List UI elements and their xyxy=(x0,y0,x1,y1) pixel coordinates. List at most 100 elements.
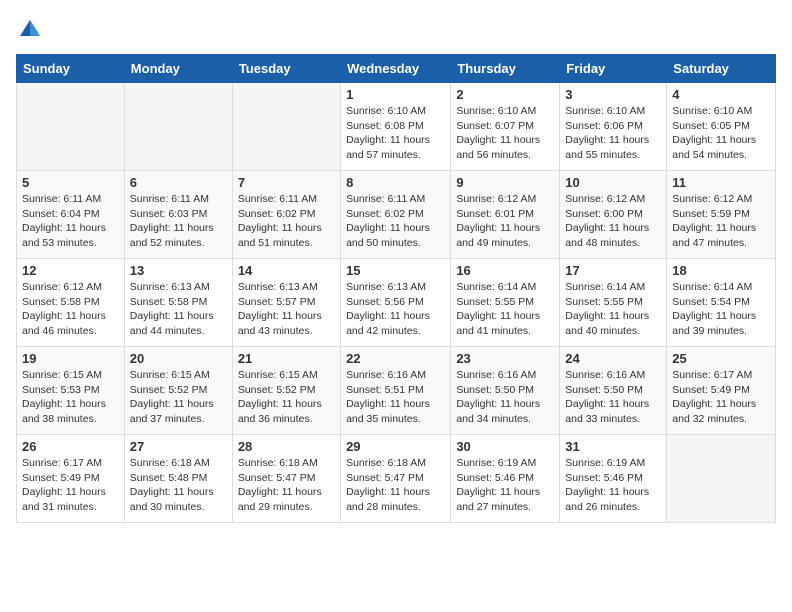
calendar-cell: 5 Sunrise: 6:11 AM Sunset: 6:04 PM Daylig… xyxy=(17,171,125,259)
day-info: Sunrise: 6:11 AM Sunset: 6:02 PM Dayligh… xyxy=(346,192,445,251)
day-info: Sunrise: 6:10 AM Sunset: 6:06 PM Dayligh… xyxy=(565,104,661,163)
day-info: Sunrise: 6:18 AM Sunset: 5:48 PM Dayligh… xyxy=(130,456,227,515)
day-number: 15 xyxy=(346,263,445,278)
calendar-cell: 28Sunrise: 6:18 AM Sunset: 5:47 PM Dayli… xyxy=(232,435,340,523)
calendar-cell: 23 Sunrise: 6:16 AM Sunset: 5:50 PM Dayli… xyxy=(451,347,560,435)
weekday-header-wednesday: Wednesday xyxy=(341,55,451,83)
day-number: 27 xyxy=(130,439,227,454)
day-number: 22 xyxy=(346,351,445,366)
day-info: Sunrise: 6:16 AM Sunset: 5:51 PM Dayligh… xyxy=(346,368,445,427)
day-number: 23 xyxy=(456,351,554,366)
day-info: Sunrise: 6:10 AM Sunset: 6:05 PM Dayligh… xyxy=(672,104,770,163)
calendar-week-row: 1Sunrise: 6:10 AM Sunset: 6:08 PM Daylig… xyxy=(17,83,776,171)
day-info: Sunrise: 6:12 AM Sunset: 5:58 PM Dayligh… xyxy=(22,280,119,339)
day-number: 6 xyxy=(130,175,227,190)
calendar-cell: 16 Sunrise: 6:14 AM Sunset: 5:55 PM Dayli… xyxy=(451,259,560,347)
day-info: Sunrise: 6:17 AM Sunset: 5:49 PM Dayligh… xyxy=(22,456,119,515)
day-info: Sunrise: 6:19 AM Sunset: 5:46 PM Dayligh… xyxy=(565,456,661,515)
day-number: 30 xyxy=(456,439,554,454)
weekday-header-monday: Monday xyxy=(124,55,232,83)
day-info: Sunrise: 6:10 AM Sunset: 6:07 PM Dayligh… xyxy=(456,104,554,163)
weekday-header-friday: Friday xyxy=(560,55,667,83)
calendar-week-row: 19 Sunrise: 6:15 AM Sunset: 5:53 PM Dayli… xyxy=(17,347,776,435)
day-number: 17 xyxy=(565,263,661,278)
calendar-cell: 2 Sunrise: 6:10 AM Sunset: 6:07 PM Daylig… xyxy=(451,83,560,171)
calendar-cell: 15 Sunrise: 6:13 AM Sunset: 5:56 PM Dayli… xyxy=(341,259,451,347)
calendar-cell: 3 Sunrise: 6:10 AM Sunset: 6:06 PM Daylig… xyxy=(560,83,667,171)
day-info: Sunrise: 6:15 AM Sunset: 5:53 PM Dayligh… xyxy=(22,368,119,427)
day-info: Sunrise: 6:10 AM Sunset: 6:08 PM Dayligh… xyxy=(346,104,445,163)
day-info: Sunrise: 6:12 AM Sunset: 5:59 PM Dayligh… xyxy=(672,192,770,251)
day-number: 8 xyxy=(346,175,445,190)
weekday-header-sunday: Sunday xyxy=(17,55,125,83)
day-info: Sunrise: 6:16 AM Sunset: 5:50 PM Dayligh… xyxy=(565,368,661,427)
calendar-cell: 10 Sunrise: 6:12 AM Sunset: 6:00 PM Dayli… xyxy=(560,171,667,259)
day-number: 7 xyxy=(238,175,335,190)
day-number: 11 xyxy=(672,175,770,190)
calendar-cell: 24Sunrise: 6:16 AM Sunset: 5:50 PM Dayli… xyxy=(560,347,667,435)
day-info: Sunrise: 6:12 AM Sunset: 6:01 PM Dayligh… xyxy=(456,192,554,251)
calendar-cell: 29 Sunrise: 6:18 AM Sunset: 5:47 PM Dayli… xyxy=(341,435,451,523)
page-container: SundayMondayTuesdayWednesdayThursdayFrid… xyxy=(0,0,792,533)
calendar-cell: 8 Sunrise: 6:11 AM Sunset: 6:02 PM Daylig… xyxy=(341,171,451,259)
day-number: 19 xyxy=(22,351,119,366)
day-number: 10 xyxy=(565,175,661,190)
calendar-cell: 6 Sunrise: 6:11 AM Sunset: 6:03 PM Daylig… xyxy=(124,171,232,259)
calendar-cell: 27 Sunrise: 6:18 AM Sunset: 5:48 PM Dayli… xyxy=(124,435,232,523)
calendar-cell: 20 Sunrise: 6:15 AM Sunset: 5:52 PM Dayli… xyxy=(124,347,232,435)
calendar-cell: 7 Sunrise: 6:11 AM Sunset: 6:02 PM Daylig… xyxy=(232,171,340,259)
day-info: Sunrise: 6:15 AM Sunset: 5:52 PM Dayligh… xyxy=(130,368,227,427)
calendar-week-row: 12 Sunrise: 6:12 AM Sunset: 5:58 PM Dayli… xyxy=(17,259,776,347)
day-info: Sunrise: 6:17 AM Sunset: 5:49 PM Dayligh… xyxy=(672,368,770,427)
day-info: Sunrise: 6:18 AM Sunset: 5:47 PM Dayligh… xyxy=(238,456,335,515)
calendar-cell: 11 Sunrise: 6:12 AM Sunset: 5:59 PM Dayli… xyxy=(667,171,776,259)
calendar-cell: 25 Sunrise: 6:17 AM Sunset: 5:49 PM Dayli… xyxy=(667,347,776,435)
day-info: Sunrise: 6:15 AM Sunset: 5:52 PM Dayligh… xyxy=(238,368,335,427)
day-number: 21 xyxy=(238,351,335,366)
header xyxy=(16,16,776,44)
day-number: 26 xyxy=(22,439,119,454)
calendar-cell: 17Sunrise: 6:14 AM Sunset: 5:55 PM Dayli… xyxy=(560,259,667,347)
day-number: 2 xyxy=(456,87,554,102)
day-info: Sunrise: 6:11 AM Sunset: 6:02 PM Dayligh… xyxy=(238,192,335,251)
day-info: Sunrise: 6:11 AM Sunset: 6:03 PM Dayligh… xyxy=(130,192,227,251)
day-info: Sunrise: 6:14 AM Sunset: 5:55 PM Dayligh… xyxy=(456,280,554,339)
day-number: 5 xyxy=(22,175,119,190)
day-info: Sunrise: 6:19 AM Sunset: 5:46 PM Dayligh… xyxy=(456,456,554,515)
day-number: 13 xyxy=(130,263,227,278)
day-number: 25 xyxy=(672,351,770,366)
day-number: 31 xyxy=(565,439,661,454)
day-info: Sunrise: 6:14 AM Sunset: 5:54 PM Dayligh… xyxy=(672,280,770,339)
calendar-cell xyxy=(667,435,776,523)
calendar-cell: 18Sunrise: 6:14 AM Sunset: 5:54 PM Dayli… xyxy=(667,259,776,347)
day-number: 29 xyxy=(346,439,445,454)
day-info: Sunrise: 6:13 AM Sunset: 5:56 PM Dayligh… xyxy=(346,280,445,339)
day-info: Sunrise: 6:11 AM Sunset: 6:04 PM Dayligh… xyxy=(22,192,119,251)
weekday-header-row: SundayMondayTuesdayWednesdayThursdayFrid… xyxy=(17,55,776,83)
day-number: 16 xyxy=(456,263,554,278)
calendar-week-row: 5 Sunrise: 6:11 AM Sunset: 6:04 PM Daylig… xyxy=(17,171,776,259)
calendar-cell: 30 Sunrise: 6:19 AM Sunset: 5:46 PM Dayli… xyxy=(451,435,560,523)
weekday-header-saturday: Saturday xyxy=(667,55,776,83)
day-info: Sunrise: 6:18 AM Sunset: 5:47 PM Dayligh… xyxy=(346,456,445,515)
day-number: 20 xyxy=(130,351,227,366)
day-number: 3 xyxy=(565,87,661,102)
day-info: Sunrise: 6:16 AM Sunset: 5:50 PM Dayligh… xyxy=(456,368,554,427)
day-number: 12 xyxy=(22,263,119,278)
logo-icon xyxy=(16,16,44,44)
weekday-header-thursday: Thursday xyxy=(451,55,560,83)
calendar-cell: 19 Sunrise: 6:15 AM Sunset: 5:53 PM Dayli… xyxy=(17,347,125,435)
weekday-header-tuesday: Tuesday xyxy=(232,55,340,83)
day-info: Sunrise: 6:13 AM Sunset: 5:58 PM Dayligh… xyxy=(130,280,227,339)
day-info: Sunrise: 6:13 AM Sunset: 5:57 PM Dayligh… xyxy=(238,280,335,339)
calendar-week-row: 26 Sunrise: 6:17 AM Sunset: 5:49 PM Dayli… xyxy=(17,435,776,523)
logo xyxy=(16,16,48,44)
day-info: Sunrise: 6:12 AM Sunset: 6:00 PM Dayligh… xyxy=(565,192,661,251)
calendar-cell: 26 Sunrise: 6:17 AM Sunset: 5:49 PM Dayli… xyxy=(17,435,125,523)
calendar-cell: 21 Sunrise: 6:15 AM Sunset: 5:52 PM Dayli… xyxy=(232,347,340,435)
day-number: 4 xyxy=(672,87,770,102)
calendar-cell: 22 Sunrise: 6:16 AM Sunset: 5:51 PM Dayli… xyxy=(341,347,451,435)
calendar-table: SundayMondayTuesdayWednesdayThursdayFrid… xyxy=(16,54,776,523)
day-number: 14 xyxy=(238,263,335,278)
calendar-cell xyxy=(124,83,232,171)
